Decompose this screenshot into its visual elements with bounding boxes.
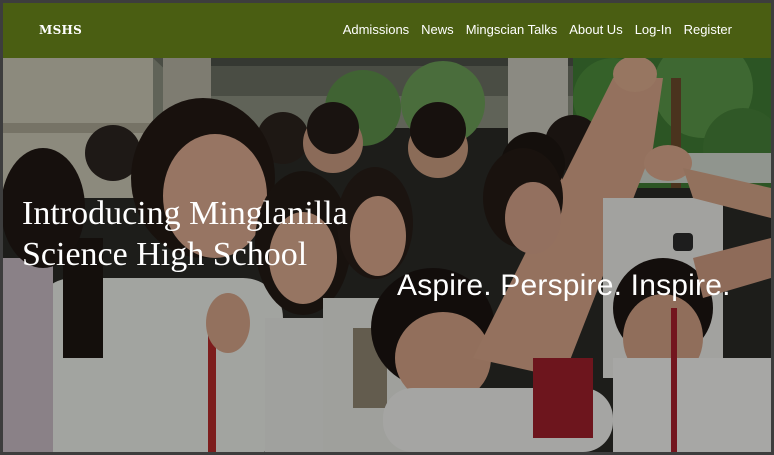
brand-logo-link[interactable]: MSHS xyxy=(39,23,82,37)
main-nav: Admissions News Mingscian Talks About Us… xyxy=(343,22,732,37)
nav-link-news[interactable]: News xyxy=(421,22,454,37)
nav-link-admissions[interactable]: Admissions xyxy=(343,22,409,37)
nav-link-register[interactable]: Register xyxy=(684,22,732,37)
nav-link-about-us[interactable]: About Us xyxy=(569,22,622,37)
nav-link-mingscian-talks[interactable]: Mingscian Talks xyxy=(466,22,558,37)
hero-banner: Introducing Minglanilla Science High Sch… xyxy=(3,58,771,452)
hero-title: Introducing Minglanilla Science High Sch… xyxy=(22,195,348,273)
nav-link-log-in[interactable]: Log-In xyxy=(635,22,672,37)
hero-tagline: Aspire. Perspire. Inspire. xyxy=(397,269,731,302)
top-navbar: MSHS Admissions News Mingscian Talks Abo… xyxy=(3,3,771,58)
